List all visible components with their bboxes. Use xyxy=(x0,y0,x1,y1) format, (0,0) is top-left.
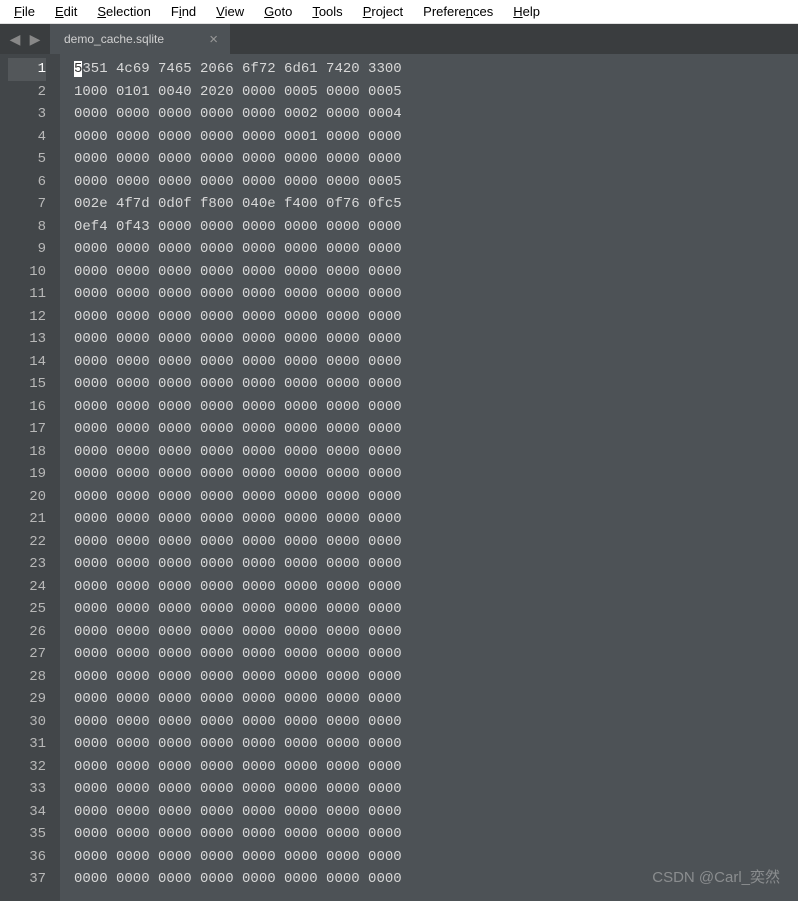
line-number: 27 xyxy=(8,643,46,666)
editor-line[interactable]: 0000 0000 0000 0000 0000 0000 0000 0000 xyxy=(74,441,784,464)
editor-line[interactable]: 0000 0000 0000 0000 0000 0000 0000 0000 xyxy=(74,711,784,734)
editor-line[interactable]: 1000 0101 0040 2020 0000 0005 0000 0005 xyxy=(74,81,784,104)
editor-line[interactable]: 0000 0000 0000 0000 0000 0000 0000 0000 xyxy=(74,351,784,374)
file-tab[interactable]: demo_cache.sqlite × xyxy=(50,24,230,54)
menu-help[interactable]: Help xyxy=(503,2,550,21)
toolbar: ◀ ▶ demo_cache.sqlite × xyxy=(0,24,798,54)
line-number: 26 xyxy=(8,621,46,644)
editor-line[interactable]: 0000 0000 0000 0000 0000 0000 0000 0000 xyxy=(74,283,784,306)
line-number: 28 xyxy=(8,666,46,689)
menu-project[interactable]: Project xyxy=(353,2,413,21)
editor-line[interactable]: 0ef4 0f43 0000 0000 0000 0000 0000 0000 xyxy=(74,216,784,239)
line-number: 23 xyxy=(8,553,46,576)
editor-line[interactable]: 0000 0000 0000 0000 0000 0000 0000 0000 xyxy=(74,531,784,554)
line-number: 37 xyxy=(8,868,46,891)
editor-line[interactable]: 0000 0000 0000 0000 0000 0000 0000 0000 xyxy=(74,553,784,576)
editor-line[interactable]: 0000 0000 0000 0000 0000 0000 0000 0000 xyxy=(74,643,784,666)
line-number: 8 xyxy=(8,216,46,239)
editor-line[interactable]: 0000 0000 0000 0000 0000 0000 0000 0000 xyxy=(74,373,784,396)
editor-line[interactable]: 0000 0000 0000 0000 0000 0002 0000 0004 xyxy=(74,103,784,126)
editor-line[interactable]: 0000 0000 0000 0000 0000 0000 0000 0000 xyxy=(74,486,784,509)
line-number: 13 xyxy=(8,328,46,351)
menu-selection[interactable]: Selection xyxy=(87,2,160,21)
editor-line[interactable]: 0000 0000 0000 0000 0000 0000 0000 0000 xyxy=(74,733,784,756)
menu-edit[interactable]: Edit xyxy=(45,2,87,21)
editor-line[interactable]: 0000 0000 0000 0000 0000 0000 0000 0000 xyxy=(74,598,784,621)
editor-line[interactable]: 5351 4c69 7465 2066 6f72 6d61 7420 3300 xyxy=(74,58,784,81)
line-number: 6 xyxy=(8,171,46,194)
line-number: 34 xyxy=(8,801,46,824)
nav-arrows: ◀ ▶ xyxy=(0,31,50,48)
line-number: 1 xyxy=(8,58,46,81)
editor-line[interactable]: 0000 0000 0000 0000 0000 0000 0000 0000 xyxy=(74,666,784,689)
line-number: 19 xyxy=(8,463,46,486)
line-number: 22 xyxy=(8,531,46,554)
editor-line[interactable]: 0000 0000 0000 0000 0000 0000 0000 0000 xyxy=(74,778,784,801)
editor-line[interactable]: 0000 0000 0000 0000 0000 0000 0000 0000 xyxy=(74,756,784,779)
editor-line[interactable]: 0000 0000 0000 0000 0000 0000 0000 0000 xyxy=(74,868,784,891)
editor-line[interactable]: 0000 0000 0000 0000 0000 0000 0000 0000 xyxy=(74,846,784,869)
editor-line[interactable]: 0000 0000 0000 0000 0000 0000 0000 0000 xyxy=(74,148,784,171)
editor-line[interactable]: 0000 0000 0000 0000 0000 0000 0000 0000 xyxy=(74,576,784,599)
editor-line[interactable]: 0000 0000 0000 0000 0000 0000 0000 0000 xyxy=(74,306,784,329)
line-number: 5 xyxy=(8,148,46,171)
line-number: 2 xyxy=(8,81,46,104)
line-number: 7 xyxy=(8,193,46,216)
line-number: 30 xyxy=(8,711,46,734)
menu-view[interactable]: View xyxy=(206,2,254,21)
editor-line[interactable]: 002e 4f7d 0d0f f800 040e f400 0f76 0fc5 xyxy=(74,193,784,216)
editor-line[interactable]: 0000 0000 0000 0000 0000 0000 0000 0000 xyxy=(74,621,784,644)
line-number: 24 xyxy=(8,576,46,599)
line-number: 33 xyxy=(8,778,46,801)
line-number: 21 xyxy=(8,508,46,531)
line-number: 17 xyxy=(8,418,46,441)
editor-line[interactable]: 0000 0000 0000 0000 0000 0000 0000 0000 xyxy=(74,801,784,824)
menu-goto[interactable]: Goto xyxy=(254,2,302,21)
cursor: 5 xyxy=(74,61,82,77)
editor-content[interactable]: 5351 4c69 7465 2066 6f72 6d61 7420 33001… xyxy=(60,54,798,901)
menu-find[interactable]: Find xyxy=(161,2,206,21)
line-number: 9 xyxy=(8,238,46,261)
line-number: 20 xyxy=(8,486,46,509)
line-number: 31 xyxy=(8,733,46,756)
editor-line[interactable]: 0000 0000 0000 0000 0000 0000 0000 0000 xyxy=(74,261,784,284)
line-number: 11 xyxy=(8,283,46,306)
editor-line[interactable]: 0000 0000 0000 0000 0000 0001 0000 0000 xyxy=(74,126,784,149)
line-number: 18 xyxy=(8,441,46,464)
line-number: 4 xyxy=(8,126,46,149)
line-number: 12 xyxy=(8,306,46,329)
menubar: File Edit Selection Find View Goto Tools… xyxy=(0,0,798,24)
tab-title: demo_cache.sqlite xyxy=(64,32,164,46)
line-number: 16 xyxy=(8,396,46,419)
editor-line[interactable]: 0000 0000 0000 0000 0000 0000 0000 0000 xyxy=(74,688,784,711)
line-number: 3 xyxy=(8,103,46,126)
editor-line[interactable]: 0000 0000 0000 0000 0000 0000 0000 0000 xyxy=(74,463,784,486)
line-number: 25 xyxy=(8,598,46,621)
editor-line[interactable]: 0000 0000 0000 0000 0000 0000 0000 0005 xyxy=(74,171,784,194)
editor-line[interactable]: 0000 0000 0000 0000 0000 0000 0000 0000 xyxy=(74,328,784,351)
line-gutter: 1234567891011121314151617181920212223242… xyxy=(0,54,60,901)
line-number: 14 xyxy=(8,351,46,374)
line-number: 10 xyxy=(8,261,46,284)
editor-line[interactable]: 0000 0000 0000 0000 0000 0000 0000 0000 xyxy=(74,238,784,261)
close-icon[interactable]: × xyxy=(209,31,218,48)
editor-line[interactable]: 0000 0000 0000 0000 0000 0000 0000 0000 xyxy=(74,508,784,531)
menu-file[interactable]: File xyxy=(4,2,45,21)
line-number: 32 xyxy=(8,756,46,779)
menu-preferences[interactable]: Preferences xyxy=(413,2,503,21)
line-number: 29 xyxy=(8,688,46,711)
line-number: 15 xyxy=(8,373,46,396)
line-number: 35 xyxy=(8,823,46,846)
editor-line[interactable]: 0000 0000 0000 0000 0000 0000 0000 0000 xyxy=(74,396,784,419)
nav-forward-icon[interactable]: ▶ xyxy=(28,31,42,48)
menu-tools[interactable]: Tools xyxy=(302,2,352,21)
editor-line[interactable]: 0000 0000 0000 0000 0000 0000 0000 0000 xyxy=(74,418,784,441)
editor-line[interactable]: 0000 0000 0000 0000 0000 0000 0000 0000 xyxy=(74,823,784,846)
nav-back-icon[interactable]: ◀ xyxy=(8,31,22,48)
editor[interactable]: 1234567891011121314151617181920212223242… xyxy=(0,54,798,901)
line-number: 36 xyxy=(8,846,46,869)
